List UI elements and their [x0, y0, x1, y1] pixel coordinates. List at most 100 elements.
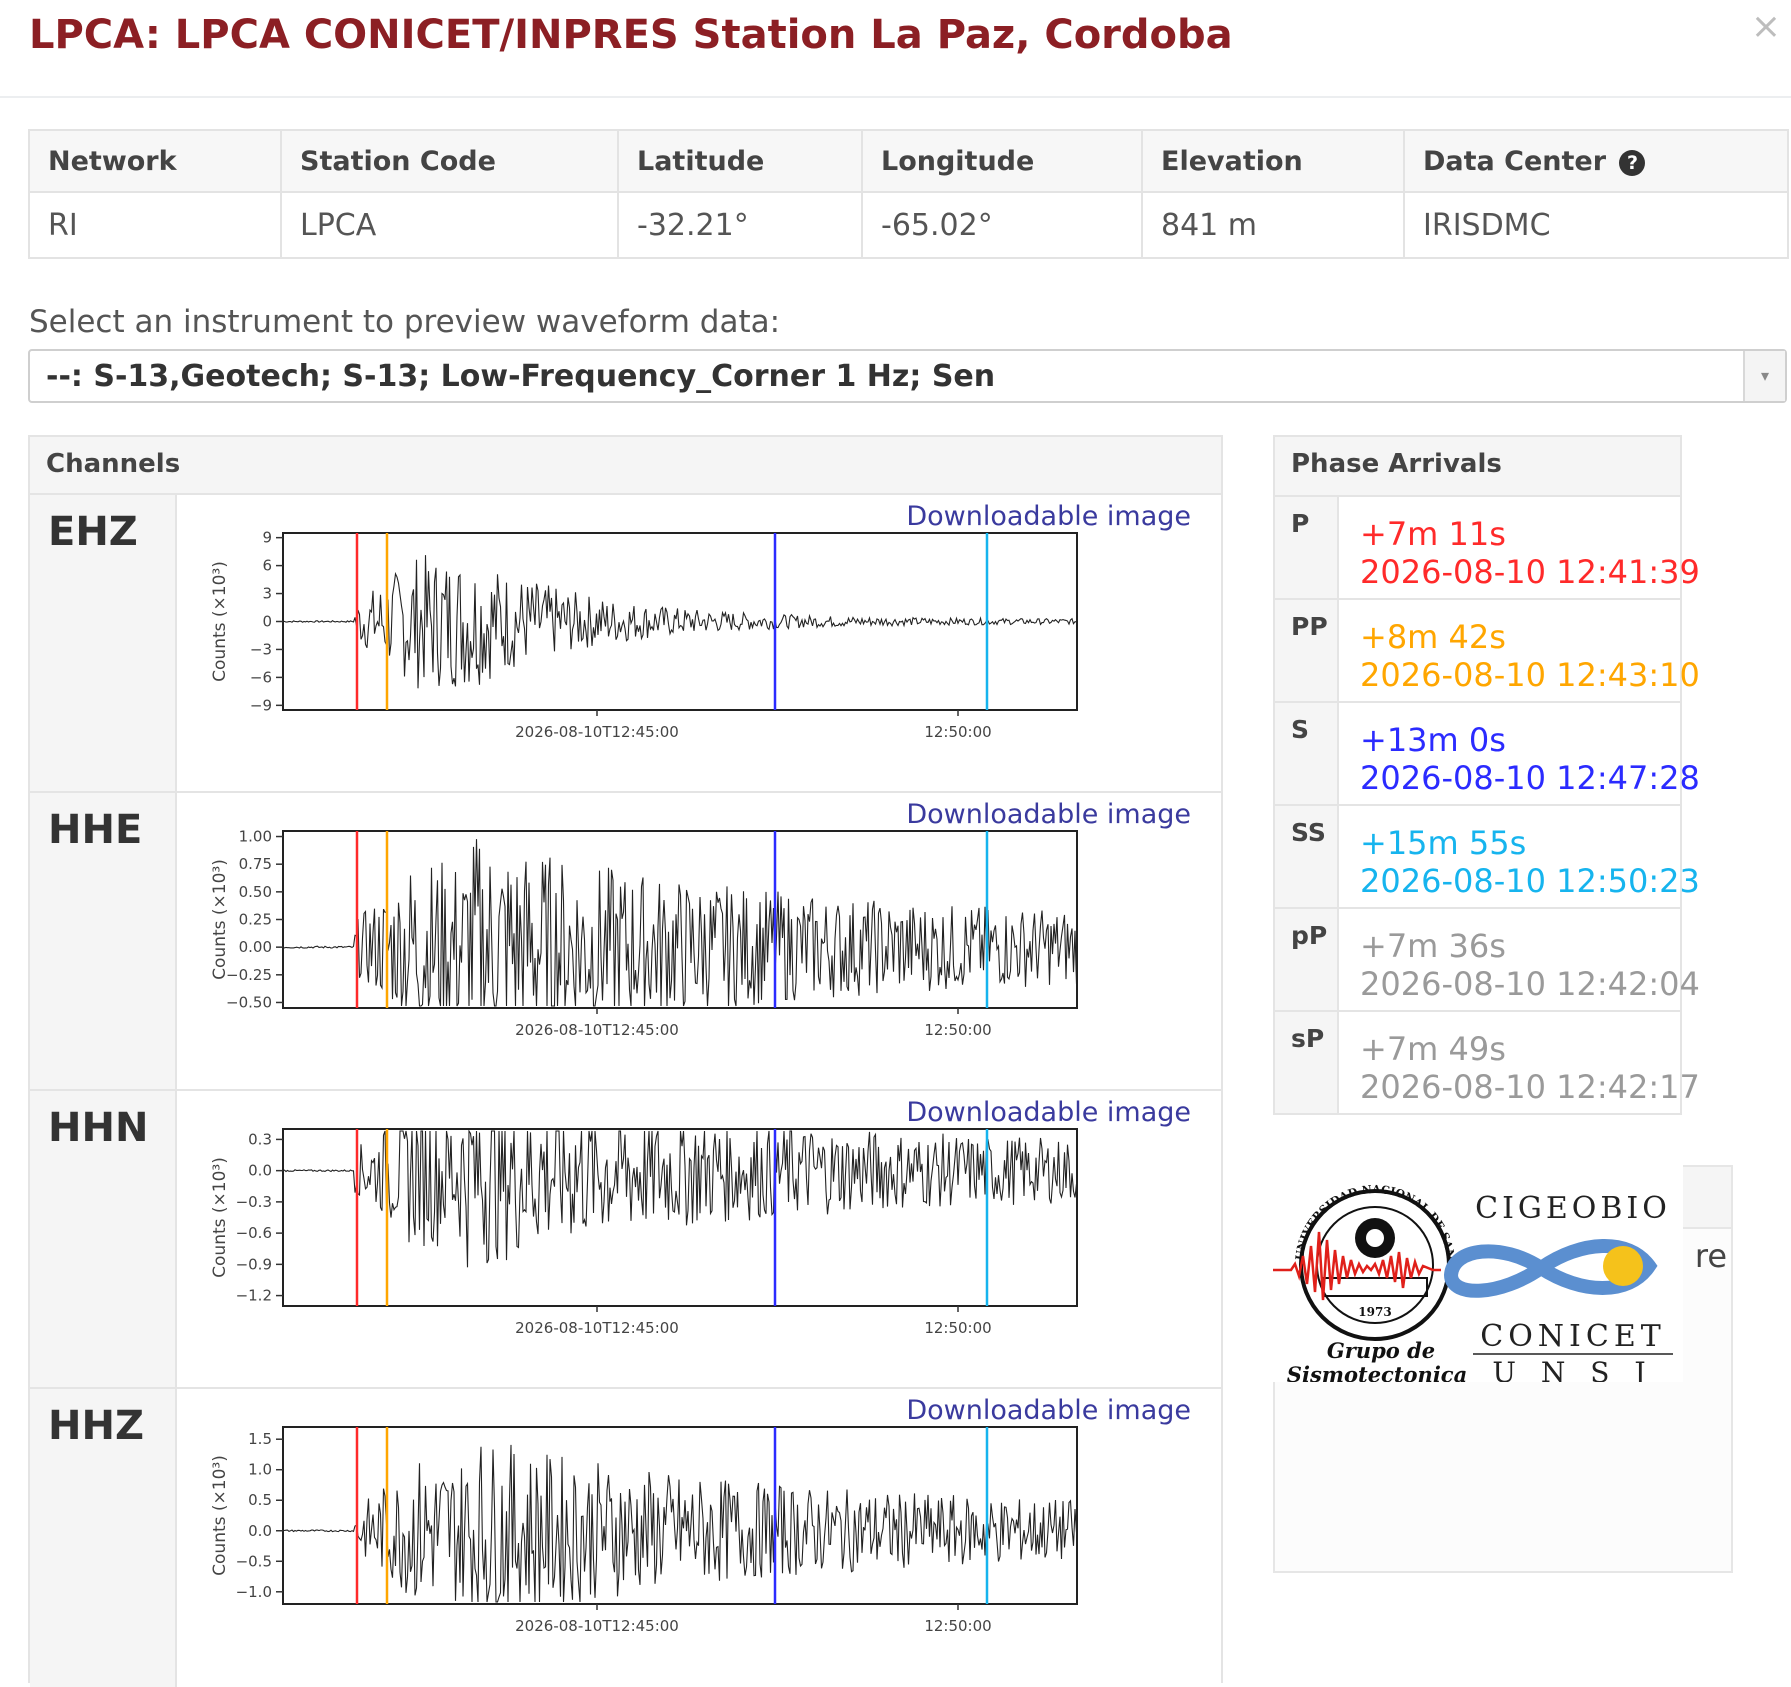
channel-code: EHZ [30, 495, 177, 791]
x-tick-label: 2026-08-10T12:45:00 [515, 1319, 679, 1337]
phase-relative-time: +7m 36s [1360, 927, 1506, 965]
y-tick-label: 1.0 [248, 1461, 272, 1479]
instrument-select-label: Select an instrument to preview waveform… [29, 304, 781, 340]
y-tick-label: 0.3 [248, 1130, 272, 1148]
phase-row-sP: sP +7m 49s 2026-08-10 12:42:17 [1275, 1010, 1700, 1113]
y-tick-label: 0.5 [248, 1491, 272, 1509]
waveform-chart-hhz: 1.5 1.0 0.5 0.0 −0.5 −1.0 Counts (×10³) 2026-08… [210, 1426, 1078, 1635]
channel-code: HHZ [30, 1389, 177, 1687]
instrument-select[interactable]: --: S-13,Geotech; S-13; Low-Frequency_Co… [28, 349, 1787, 403]
modal-header: LPCA: LPCA CONICET/INPRES Station La Paz… [0, 0, 1791, 98]
download-image-link[interactable]: Downloadable image [906, 799, 1191, 830]
y-tick-label: 0.0 [248, 1162, 272, 1180]
chevron-down-icon[interactable]: ▾ [1743, 351, 1785, 401]
sun-of-may-icon [1603, 1246, 1643, 1286]
phase-arrivals-panel: Phase Arrivals P +7m 11s 2026-08-10 12:41:… [1273, 435, 1700, 1115]
channel-row-hhz: HHZ 1.5 1.0 0.5 0.0 −0.5 −1.0 Counts (×10³) 202… [30, 1389, 1221, 1687]
cell-data-center: IRISDMC [1403, 191, 1789, 259]
header-station-code: Station Code [280, 129, 619, 193]
phase-relative-time: +15m 55s [1360, 824, 1527, 862]
channel-row-hhn: HHN 0.3 0.0 −0.3 −0.6 −0.9 −1.2 Counts (×10³) 2… [30, 1091, 1221, 1389]
header-longitude: Longitude [861, 129, 1143, 193]
channels-heading: Channels [30, 437, 1221, 495]
y-tick-label: −1.2 [236, 1287, 272, 1305]
phase-row-P: P +7m 11s 2026-08-10 12:41:39 [1275, 495, 1700, 598]
modal-title: LPCA: LPCA CONICET/INPRES Station La Paz… [29, 12, 1233, 58]
table-header-row: Network Station Code Latitude Longitude … [28, 129, 1789, 193]
y-tick-label: 3 [262, 585, 272, 603]
x-tick-label: 2026-08-10T12:45:00 [515, 1021, 679, 1039]
brand-cigeobio: CIGEOBIO [1475, 1191, 1671, 1226]
y-tick-label: −6 [250, 668, 272, 686]
y-tick-label: −0.5 [236, 1552, 272, 1570]
x-tick-label: 2026-08-10T12:45:00 [515, 723, 679, 741]
help-icon[interactable]: ? [1619, 149, 1646, 176]
phase-relative-time: +13m 0s [1360, 721, 1506, 759]
download-image-link[interactable]: Downloadable image [906, 1395, 1191, 1426]
station-info-table: Network Station Code Latitude Longitude … [28, 129, 1789, 259]
channel-code: HHN [30, 1091, 177, 1387]
y-tick-label: 0.50 [239, 883, 272, 901]
phase-name: pP [1275, 909, 1339, 1010]
waveform-chart-hhe: 1.00 0.75 0.50 0.25 0.00 −0.25 −0.50 Counts (×1… [210, 828, 1078, 1039]
y-tick-label: −1.0 [236, 1583, 272, 1601]
y-tick-label: 0.00 [239, 938, 272, 956]
y-tick-label: 1.00 [239, 828, 272, 846]
y-axis-label: Counts (×10³) [210, 561, 230, 682]
channel-code: HHE [30, 793, 177, 1089]
y-tick-label: 0 [262, 613, 272, 631]
y-tick-label: −9 [250, 696, 272, 714]
header-data-center-label: Data Center [1423, 145, 1607, 177]
y-tick-label: 0.75 [239, 855, 272, 873]
cell-station-code: LPCA [280, 191, 619, 259]
close-icon[interactable]: × [1751, 6, 1781, 47]
channel-row-ehz: EHZ 9 6 3 0 −3 −6 −9 Counts (×10³) 2026-08-10T12… [30, 495, 1221, 793]
phase-name: SS [1275, 806, 1339, 907]
phase-row-SS: SS +15m 55s 2026-08-10 12:50:23 [1275, 804, 1700, 907]
group-line2: Sismotectonica [1287, 1362, 1467, 1382]
phase-name: PP [1275, 600, 1339, 701]
cigeobio-logo: UNIVERSIDAD NACIONAL DE SAN JUAN 1973 Gr… [1268, 1150, 1683, 1389]
phase-row-pP: pP +7m 36s 2026-08-10 12:42:04 [1275, 907, 1700, 1010]
header-data-center: Data Center ? [1403, 129, 1789, 193]
y-tick-label: −0.25 [226, 966, 272, 984]
phase-arrival-time: 2026-08-10 12:41:39 [1360, 553, 1700, 591]
y-axis-label: Counts (×10³) [210, 1157, 230, 1278]
y-tick-label: 9 [262, 529, 272, 547]
y-tick-label: 6 [262, 557, 272, 575]
phase-row-S: S +13m 0s 2026-08-10 12:47:28 [1275, 701, 1700, 804]
logo-graphic: UNIVERSIDAD NACIONAL DE SAN JUAN 1973 Gr… [1268, 1150, 1673, 1389]
y-tick-label: −0.9 [236, 1255, 272, 1273]
phase-relative-time: +8m 42s [1360, 618, 1506, 656]
phase-name: sP [1275, 1012, 1339, 1113]
y-axis-label: Counts (×10³) [210, 859, 230, 980]
phase-arrival-time: 2026-08-10 12:43:10 [1360, 656, 1700, 694]
download-image-link[interactable]: Downloadable image [906, 1097, 1191, 1128]
waveform-chart-hhn: 0.3 0.0 −0.3 −0.6 −0.9 −1.2 Counts (×10³) 2026-… [210, 1128, 1078, 1337]
header-latitude: Latitude [617, 129, 863, 193]
sun-icon-core [1366, 1229, 1384, 1247]
download-image-link[interactable]: Downloadable image [906, 501, 1191, 532]
table-row: RI LPCA -32.21° -65.02° 841 m IRISDMC [28, 191, 1789, 259]
header-elevation: Elevation [1141, 129, 1405, 193]
group-line1: Grupo de [1327, 1338, 1435, 1363]
phase-relative-time: +7m 11s [1360, 515, 1506, 553]
seal-year: 1973 [1358, 1305, 1391, 1319]
x-tick-label: 2026-08-10T12:45:00 [515, 1617, 679, 1635]
channel-row-hhe: HHE 1.00 0.75 0.50 0.25 0.00 −0.25 −0.50 Counts… [30, 793, 1221, 1091]
phase-arrivals-heading: Phase Arrivals [1275, 437, 1680, 495]
y-tick-label: −3 [250, 640, 272, 658]
waveform-chart-ehz: 9 6 3 0 −3 −6 −9 Counts (×10³) 2026-08-10T12:45:… [210, 529, 1078, 741]
brand-unsj: U N S J [1492, 1356, 1653, 1382]
channels-panel: Channels EHZ 9 6 3 0 −3 −6 −9 Counts (×10³) 2026… [28, 435, 1223, 1687]
phase-arrival-time: 2026-08-10 12:42:04 [1360, 965, 1700, 1003]
y-tick-label: 1.5 [248, 1430, 272, 1448]
y-tick-label: −0.6 [236, 1224, 272, 1242]
x-tick-label: 12:50:00 [924, 1617, 991, 1635]
x-tick-label: 12:50:00 [924, 1021, 991, 1039]
y-tick-label: 0.0 [248, 1522, 272, 1540]
phase-arrival-time: 2026-08-10 12:47:28 [1360, 759, 1700, 797]
phase-arrival-time: 2026-08-10 12:50:23 [1360, 862, 1700, 900]
instrument-selected-value: --: S-13,Geotech; S-13; Low-Frequency_Co… [46, 359, 996, 394]
cell-longitude: -65.02° [861, 191, 1143, 259]
